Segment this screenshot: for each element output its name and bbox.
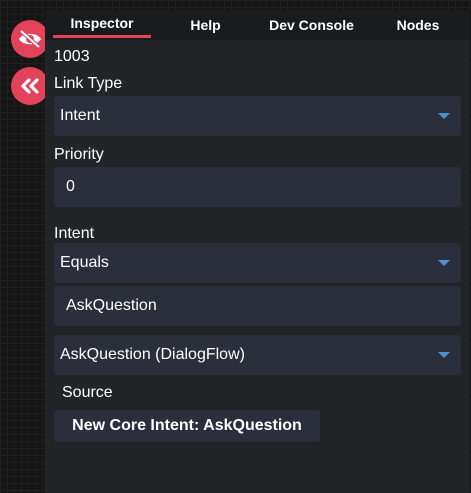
- tab-help[interactable]: Help: [178, 10, 233, 40]
- tab-dev-console[interactable]: Dev Console: [256, 10, 367, 40]
- intent-name-value: AskQuestion: [66, 297, 157, 314]
- intent-operator-select[interactable]: Equals: [54, 243, 461, 283]
- priority-value: 0: [66, 178, 75, 195]
- priority-label: Priority: [54, 146, 104, 163]
- intent-name-input[interactable]: AskQuestion: [54, 286, 461, 326]
- intent-source-value: AskQuestion (DialogFlow): [60, 346, 245, 363]
- priority-input[interactable]: 0: [54, 167, 461, 207]
- link-type-label: Link Type: [54, 75, 123, 92]
- double-chevron-left-icon: [21, 78, 39, 94]
- hide-inspector-button[interactable]: [11, 20, 49, 58]
- intent-label: Intent: [54, 225, 95, 242]
- chevron-down-icon: [438, 260, 450, 266]
- tab-inspector[interactable]: Inspector: [53, 10, 151, 40]
- app-root: Inspector Help Dev Console Nodes 1003 Li…: [0, 0, 471, 493]
- tab-bar: Inspector Help Dev Console Nodes: [45, 10, 470, 40]
- intent-operator-value: Equals: [60, 254, 109, 271]
- intent-source-select[interactable]: AskQuestion (DialogFlow): [54, 335, 461, 375]
- collapse-panel-button[interactable]: [11, 67, 49, 105]
- link-id: 1003: [54, 48, 90, 65]
- source-label: Source: [62, 384, 113, 401]
- eye-slash-icon: [19, 29, 41, 49]
- new-core-intent-button[interactable]: New Core Intent: AskQuestion: [54, 410, 320, 442]
- chevron-down-icon: [438, 113, 450, 119]
- chevron-down-icon: [438, 352, 450, 358]
- link-type-value: Intent: [60, 107, 101, 124]
- link-type-select[interactable]: Intent: [54, 96, 461, 136]
- tab-nodes[interactable]: Nodes: [385, 10, 451, 40]
- inspector-panel: Inspector Help Dev Console Nodes 1003 Li…: [45, 10, 470, 493]
